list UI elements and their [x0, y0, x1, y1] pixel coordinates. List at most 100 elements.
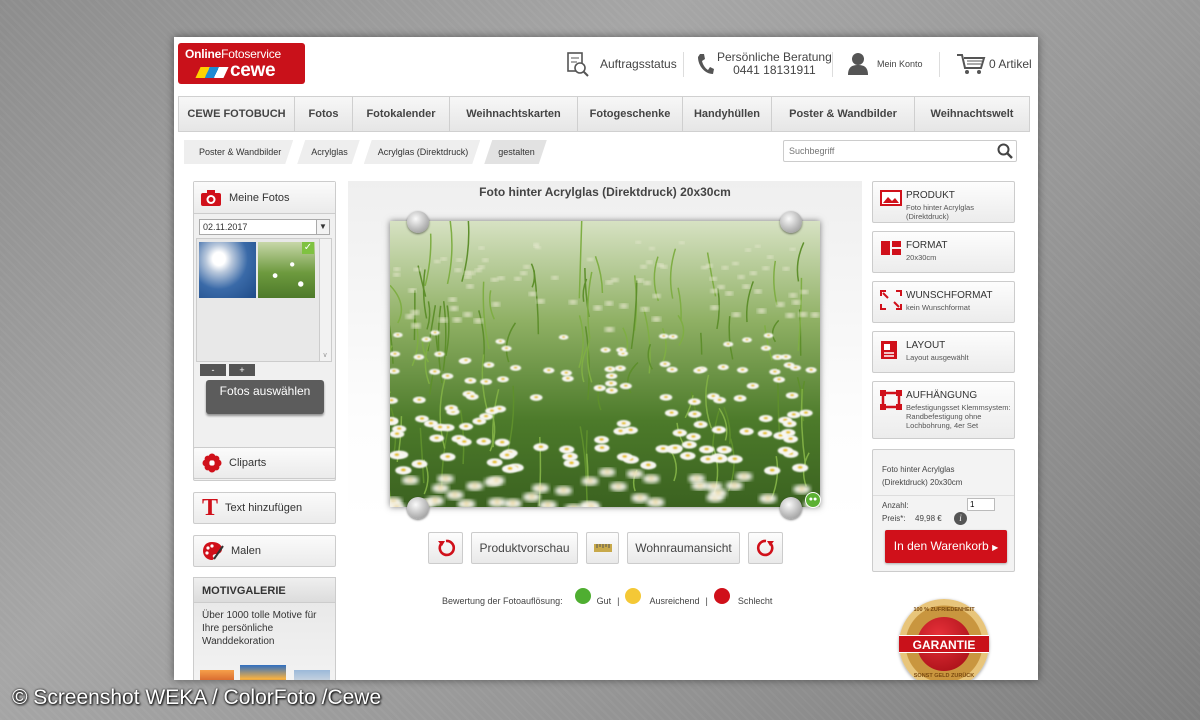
main-nav: CEWE FOTOBUCH Fotos Fotokalender Weihnac…	[178, 96, 1030, 132]
quantity-input[interactable]	[967, 498, 995, 511]
product-option-value: Foto hinter Acrylglas (Direktdruck)	[906, 203, 974, 221]
my-photos-header[interactable]: Meine Fotos	[194, 182, 335, 214]
cart-divider	[873, 495, 1014, 496]
price-info-icon[interactable]: i	[954, 512, 967, 525]
search-input[interactable]	[784, 141, 984, 161]
photo-preview[interactable]	[390, 221, 820, 507]
breadcrumb-acrylglas[interactable]: Acrylglas	[297, 140, 360, 164]
ruler-button[interactable]	[586, 532, 619, 564]
rating-sep: |	[617, 596, 620, 606]
mounting-option-title: AUFHÄNGUNG	[906, 390, 978, 401]
cliparts-label: Cliparts	[229, 457, 267, 469]
consultation-link[interactable]: Persönliche Beratung 0441 18131911	[696, 37, 832, 91]
rotate-left-button[interactable]	[428, 532, 463, 564]
header-divider	[939, 52, 940, 77]
custom-format-option[interactable]: WUNSCHFORMAT kein Wunschformat	[872, 281, 1015, 323]
order-status-icon	[567, 52, 589, 77]
ruler-icon	[593, 544, 612, 552]
motif-thumbnail[interactable]	[240, 665, 286, 680]
corner-screw	[407, 497, 429, 519]
rating-bad: Schlecht	[737, 596, 773, 606]
breadcrumb-direktdruck[interactable]: Acrylglas (Direktdruck)	[364, 140, 481, 164]
consultation-phone: 0441 18131911	[733, 63, 816, 77]
motif-gallery[interactable]: MOTIVGALERIE Über 1000 tolle Motive für …	[193, 577, 336, 680]
order-status-link[interactable]: Auftragsstatus	[564, 37, 677, 91]
search-icon[interactable]	[997, 143, 1013, 159]
layout-option-value: Layout ausgewählt	[906, 353, 969, 362]
motif-gallery-title: MOTIVGALERIE	[194, 578, 335, 603]
mounting-option[interactable]: AUFHÄNGUNG Befestigungsset Klemmsystem: …	[872, 381, 1015, 439]
format-option[interactable]: FORMAT 20x30cm	[872, 231, 1015, 273]
add-text-button[interactable]: T Text hinzufügen	[193, 492, 336, 524]
smiley-bad-icon	[713, 588, 730, 604]
mounting-icon	[880, 390, 902, 410]
layout-option-title: LAYOUT	[906, 340, 946, 351]
cart-link[interactable]: 0 Artikel	[956, 37, 1032, 91]
thumbnail-clouds[interactable]	[199, 242, 256, 298]
cart-icon	[957, 54, 986, 74]
logo-line2: cewe	[230, 60, 276, 81]
rotate-right-icon	[756, 539, 774, 557]
account-link[interactable]: Mein Konto	[847, 37, 923, 91]
checkmark-icon: ✓	[302, 242, 314, 254]
nav-item-fotobuch[interactable]: CEWE FOTOBUCH	[179, 97, 295, 131]
phone-icon	[698, 54, 714, 74]
user-icon	[848, 53, 868, 75]
logo-line1: OnlineFotoservice	[185, 47, 281, 61]
corner-screw	[407, 211, 429, 233]
browser-page: OnlineFotoservice cewe Auftragsstatus Pe…	[174, 37, 1038, 680]
room-view-button[interactable]: Wohnraumansicht	[627, 532, 740, 564]
add-to-cart-label: In den Warenkorb	[893, 539, 989, 553]
select-photos-button[interactable]: Fotos auswählen	[206, 380, 324, 414]
camera-icon	[201, 189, 221, 206]
nav-item-handyhuellen[interactable]: Handyhüllen	[683, 97, 772, 131]
cliparts-button[interactable]: Cliparts	[193, 447, 336, 479]
thumbnail-scrollbar[interactable]: ∨	[319, 239, 331, 361]
palette-icon	[203, 542, 224, 560]
zoom-in-button[interactable]: +	[229, 364, 255, 376]
motif-thumbnail[interactable]	[294, 670, 330, 680]
daisy-meadow-image	[390, 221, 820, 507]
account-label: Mein Konto	[877, 59, 923, 69]
format-icon	[881, 241, 901, 255]
thumbnail-daisies[interactable]: ✓	[258, 242, 315, 298]
price-value: 49,98 €	[915, 514, 942, 523]
layout-option[interactable]: LAYOUT Layout ausgewählt	[872, 331, 1015, 373]
breadcrumb-poster[interactable]: Poster & Wandbilder	[184, 140, 293, 164]
quantity-label: Anzahl:	[882, 501, 909, 510]
cart-summary: Foto hinter Acrylglas (Direktdruck) 20x3…	[872, 449, 1015, 572]
zoom-out-button[interactable]: -	[200, 364, 226, 376]
nav-item-weihnachtskarten[interactable]: Weihnachtskarten	[450, 97, 578, 131]
flower-icon	[202, 453, 222, 473]
rotate-left-icon	[437, 539, 455, 557]
rotate-right-button[interactable]	[748, 532, 783, 564]
nav-item-poster[interactable]: Poster & Wandbilder	[772, 97, 915, 131]
image-icon	[880, 190, 902, 206]
photo-thumbnails: ✓ ∨	[196, 238, 332, 362]
cewe-logo[interactable]: OnlineFotoservice cewe	[178, 43, 305, 84]
paint-button[interactable]: Malen	[193, 535, 336, 567]
resolution-rating: Bewertung der Fotoauflösung: Gut | Ausre…	[442, 588, 773, 609]
date-select[interactable]: 02.11.2017 ▼	[199, 219, 330, 235]
corner-screw	[780, 497, 802, 519]
nav-item-fotogeschenke[interactable]: Fotogeschenke	[578, 97, 683, 131]
smiley-good-icon	[574, 588, 591, 604]
add-to-cart-button[interactable]: In den Warenkorb ▶	[885, 530, 1007, 563]
add-text-label: Text hinzufügen	[225, 502, 303, 514]
scroll-down-icon: ∨	[322, 352, 328, 359]
guarantee-badge: GARANTIE 100 % ZUFRIEDENHEIT SONST GELD …	[899, 599, 989, 680]
guarantee-label: GARANTIE	[899, 635, 989, 653]
format-option-value: 20x30cm	[906, 253, 937, 262]
nav-item-fotos[interactable]: Fotos	[295, 97, 353, 131]
product-preview-button[interactable]: Produktvorschau	[471, 532, 578, 564]
resize-icon	[880, 290, 902, 310]
motif-gallery-text: Über 1000 tolle Motive für Ihre persönli…	[202, 610, 317, 647]
date-select-value: 02.11.2017	[203, 222, 248, 232]
nav-item-fotokalender[interactable]: Fotokalender	[353, 97, 450, 131]
nav-item-weihnachtswelt[interactable]: Weihnachtswelt	[915, 97, 1029, 131]
motif-thumbnail[interactable]	[200, 670, 234, 680]
my-photos-label: Meine Fotos	[229, 191, 290, 204]
layout-icon	[881, 341, 897, 359]
chevron-down-icon: ▼	[316, 220, 329, 234]
product-option[interactable]: PRODUKT Foto hinter Acrylglas (Direktdru…	[872, 181, 1015, 223]
